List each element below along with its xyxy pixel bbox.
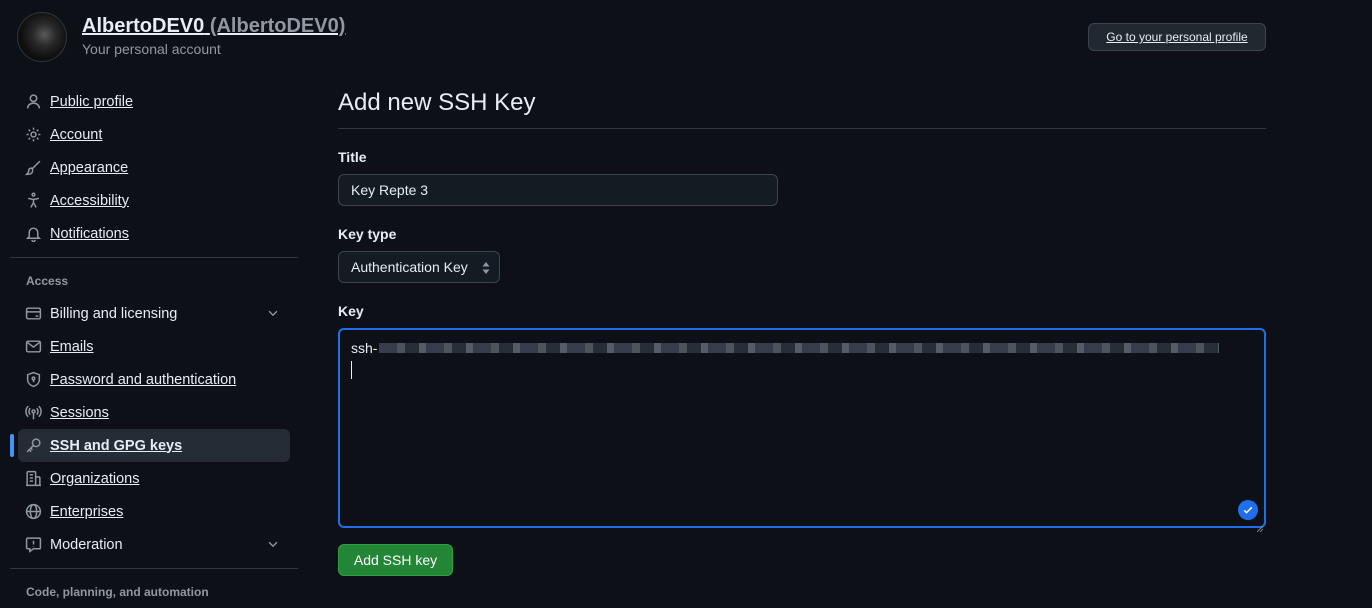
key-type-selected: Authentication Key: [351, 259, 468, 275]
sidebar-item-sessions[interactable]: Sessions: [10, 396, 298, 429]
globe-icon: [25, 503, 42, 520]
key-label: Key: [338, 303, 364, 319]
shield-lock-icon: [25, 371, 42, 388]
sidebar-item-moderation[interactable]: Moderation: [10, 528, 298, 561]
redacted-key-content: [379, 343, 1220, 353]
sidebar-item-enterprises[interactable]: Enterprises: [10, 495, 298, 528]
sidebar-item-label: SSH and GPG keys: [50, 437, 183, 454]
sidebar-item-password[interactable]: Password and authentication: [10, 363, 298, 396]
report-icon: [25, 536, 42, 553]
text-cursor: [351, 361, 352, 379]
sidebar-item-accessibility[interactable]: Accessibility: [10, 184, 298, 217]
select-caret-icon: [481, 261, 491, 275]
sidebar-item-ssh-gpg-keys[interactable]: SSH and GPG keys: [10, 429, 290, 462]
sidebar-item-label: Notifications: [50, 225, 129, 242]
key-type-label: Key type: [338, 226, 397, 242]
bell-icon: [25, 225, 42, 242]
sidebar-item-label: Appearance: [50, 159, 129, 176]
accessibility-icon: [25, 192, 42, 209]
sidebar-item-organizations[interactable]: Organizations: [10, 462, 298, 495]
page-title: Add new SSH Key: [338, 85, 1266, 129]
account-subtitle: Your personal account: [82, 41, 221, 57]
go-to-profile-button[interactable]: Go to your personal profile: [1088, 23, 1266, 51]
sidebar-item-label: Billing and licensing: [50, 305, 178, 322]
sidebar-item-label: Account: [50, 126, 103, 143]
active-indicator: [10, 434, 14, 457]
sidebar-item-notifications[interactable]: Notifications: [10, 217, 298, 250]
sidebar-section-code-planning: Code, planning, and automation: [26, 585, 209, 599]
sidebar-item-label: Sessions: [50, 404, 109, 421]
paintbrush-icon: [25, 159, 42, 176]
account-name[interactable]: AlbertoDEV0 (AlbertoDEV0): [82, 15, 345, 38]
display-name: AlbertoDEV0: [82, 15, 205, 37]
sidebar-item-billing[interactable]: Billing and licensing: [10, 297, 298, 330]
mail-icon: [25, 338, 42, 355]
settings-sidebar: Public profile Account Appearance Access…: [10, 85, 298, 608]
chevron-down-icon[interactable]: [266, 537, 280, 551]
key-textarea[interactable]: ssh-: [338, 328, 1266, 533]
broadcast-icon: [25, 404, 42, 421]
organization-icon: [25, 470, 42, 487]
sidebar-item-label: Accessibility: [50, 192, 129, 209]
resize-handle-icon[interactable]: [1256, 519, 1264, 533]
sidebar-item-account[interactable]: Account: [10, 118, 298, 151]
title-input[interactable]: [338, 174, 778, 206]
sidebar-section-access: Access: [26, 274, 69, 288]
credit-card-icon: [25, 305, 42, 322]
sidebar-divider: [10, 257, 298, 258]
sidebar-item-label: Password and authentication: [50, 371, 237, 388]
sidebar-item-appearance[interactable]: Appearance: [10, 151, 298, 184]
sidebar-item-emails[interactable]: Emails: [10, 330, 298, 363]
sidebar-item-public-profile[interactable]: Public profile: [10, 85, 298, 118]
key-type-select[interactable]: Authentication Key: [338, 251, 500, 283]
sidebar-item-label: Public profile: [50, 93, 134, 110]
key-value: ssh-: [351, 340, 378, 356]
sidebar-item-label: Moderation: [50, 536, 123, 553]
add-ssh-key-form: Add new SSH Key Title Key type Authentic…: [338, 85, 1266, 576]
title-label: Title: [338, 149, 367, 165]
person-icon: [25, 93, 42, 110]
sidebar-divider: [10, 568, 298, 569]
check-icon: [1238, 500, 1258, 520]
avatar: [17, 12, 67, 62]
add-ssh-key-button[interactable]: Add SSH key: [338, 544, 453, 576]
key-icon: [25, 437, 42, 454]
chevron-down-icon[interactable]: [266, 306, 280, 320]
account-handle: (AlbertoDEV0): [209, 15, 346, 37]
gear-icon: [25, 126, 42, 143]
sidebar-item-label: Emails: [50, 338, 94, 355]
sidebar-item-label: Enterprises: [50, 503, 124, 520]
sidebar-item-label: Organizations: [50, 470, 140, 487]
